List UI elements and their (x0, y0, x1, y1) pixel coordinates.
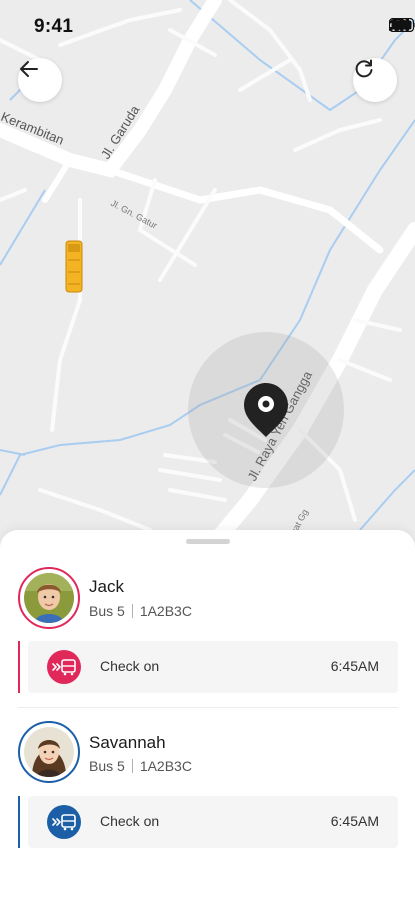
event-time: 6:45AM (330, 658, 379, 674)
status-time: 9:41 (34, 16, 74, 37)
divider (18, 707, 398, 708)
children-sheet: Jack Bus 5 1A2B3C Check on 6:45AM Savann… (0, 530, 415, 900)
avatar-photo-savannah (24, 727, 74, 777)
back-button[interactable] (18, 58, 62, 102)
bus-arrival-icon (47, 805, 81, 839)
event-card[interactable]: Check on 6:45AM (28, 796, 398, 848)
avatar (18, 567, 80, 629)
child-bus-info: Bus 5 1A2B3C (89, 758, 192, 774)
back-arrow-icon (20, 61, 38, 77)
child-bus-info: Bus 5 1A2B3C (89, 603, 192, 619)
event-card[interactable]: Check on 6:45AM (28, 641, 398, 693)
event-time: 6:45AM (330, 813, 379, 829)
school-bus-icon (65, 240, 83, 293)
street-label-gatur: Jl. Gn. Gatur (109, 198, 159, 231)
bus-number: Bus 5 (89, 603, 125, 619)
avatar-photo-jack (24, 573, 74, 623)
status-bar: 9:41 (0, 0, 415, 54)
separator (131, 604, 133, 618)
child-name: Jack (89, 577, 124, 596)
battery-icon (389, 18, 415, 32)
bus-arrival-icon (47, 650, 81, 684)
bus-plate: 1A2B3C (139, 758, 192, 774)
avatar (18, 721, 80, 783)
bus-number: Bus 5 (89, 758, 125, 774)
timeline-bar (18, 796, 20, 848)
event-label: Check on (100, 658, 160, 674)
event-label: Check on (100, 813, 160, 829)
sheet-drag-handle[interactable] (186, 539, 230, 544)
child-name: Savannah (89, 733, 166, 752)
refresh-button[interactable] (353, 58, 397, 102)
separator (131, 759, 133, 773)
bus-plate: 1A2B3C (139, 603, 192, 619)
refresh-icon (355, 59, 373, 78)
timeline-bar (18, 641, 20, 693)
map-view[interactable]: Kerambitan Jl. Garuda Jl. Gn. Gatur Jl. … (0, 0, 415, 560)
